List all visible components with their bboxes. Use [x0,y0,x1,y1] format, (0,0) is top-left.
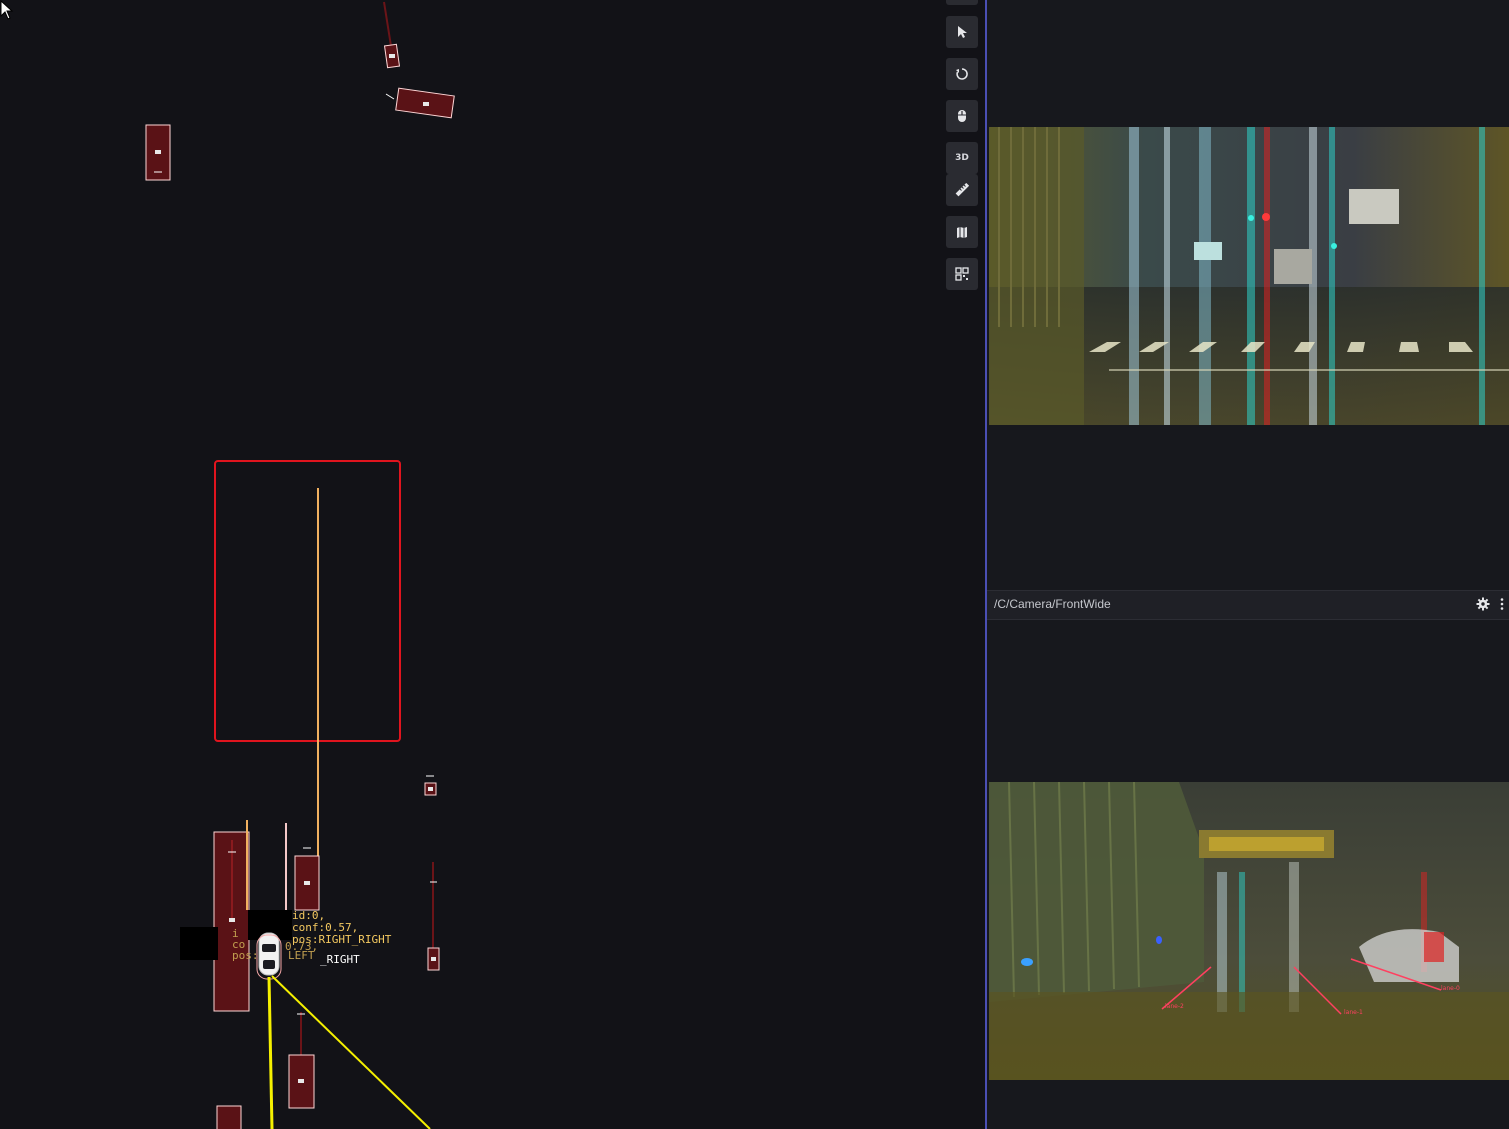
qr-code-button[interactable] [946,258,978,290]
select-tool-button[interactable] [946,16,978,48]
map-icon [957,227,967,238]
ego-label-pos-tail: LEFT [288,949,315,962]
tracked-object[interactable] [424,775,437,796]
mouse-cursor-icon [0,0,14,20]
camera-image-top[interactable] [989,127,1509,425]
scene-canvas[interactable]: id:0, conf:0.57, pos:RIGHT_RIGHT _RIGHT … [0,0,986,1129]
rotate-view-button[interactable] [946,58,978,90]
more-vertical-icon[interactable] [1498,597,1506,611]
camera-panels: /C/Camera/FrontWide lane-2 lane-1 lane-0 [987,0,1509,1129]
ego-label-pos: pos: [232,949,259,962]
tracked-object[interactable] [294,847,320,911]
lane-label: lane-0 [1441,985,1460,992]
view-3d-toggle[interactable]: 3D [946,142,978,174]
sensor-ray [267,976,274,1129]
ruler-tool-button[interactable] [946,174,978,206]
tracked-object[interactable] [288,1012,315,1109]
rotate-icon [956,68,968,80]
panel-header-frontwide[interactable]: /C/Camera/FrontWide [987,590,1509,620]
toolbar-button-partial[interactable] [946,0,978,5]
highlight-region[interactable] [214,460,401,742]
tracked-object[interactable] [385,87,455,119]
object-label-pos-under: _RIGHT [320,953,360,966]
ruler-icon [955,183,969,197]
ego-vehicle[interactable] [256,932,282,980]
mouse-icon [958,110,966,122]
panel-title: /C/Camera/FrontWide [994,597,1111,611]
camera-image-frontwide[interactable]: lane-2 lane-1 lane-0 [989,782,1509,1080]
tracked-object[interactable] [145,124,171,181]
view-3d-label: 3D [955,153,969,163]
lane-label: lane-2 [1165,1003,1184,1010]
lane-label: lane-1 [1344,1009,1363,1016]
pointer-icon [958,26,967,38]
mouse-mode-button[interactable] [946,100,978,132]
3d-scene-viewport[interactable]: id:0, conf:0.57, pos:RIGHT_RIGHT _RIGHT … [0,0,986,1129]
tracked-object[interactable] [427,862,440,971]
qr-icon [955,267,969,281]
gear-icon[interactable] [1476,597,1490,611]
tracked-object[interactable] [216,1105,242,1129]
map-layer-button[interactable] [946,216,978,248]
tracked-object[interactable] [383,1,401,69]
tracked-object[interactable] [213,831,250,1012]
